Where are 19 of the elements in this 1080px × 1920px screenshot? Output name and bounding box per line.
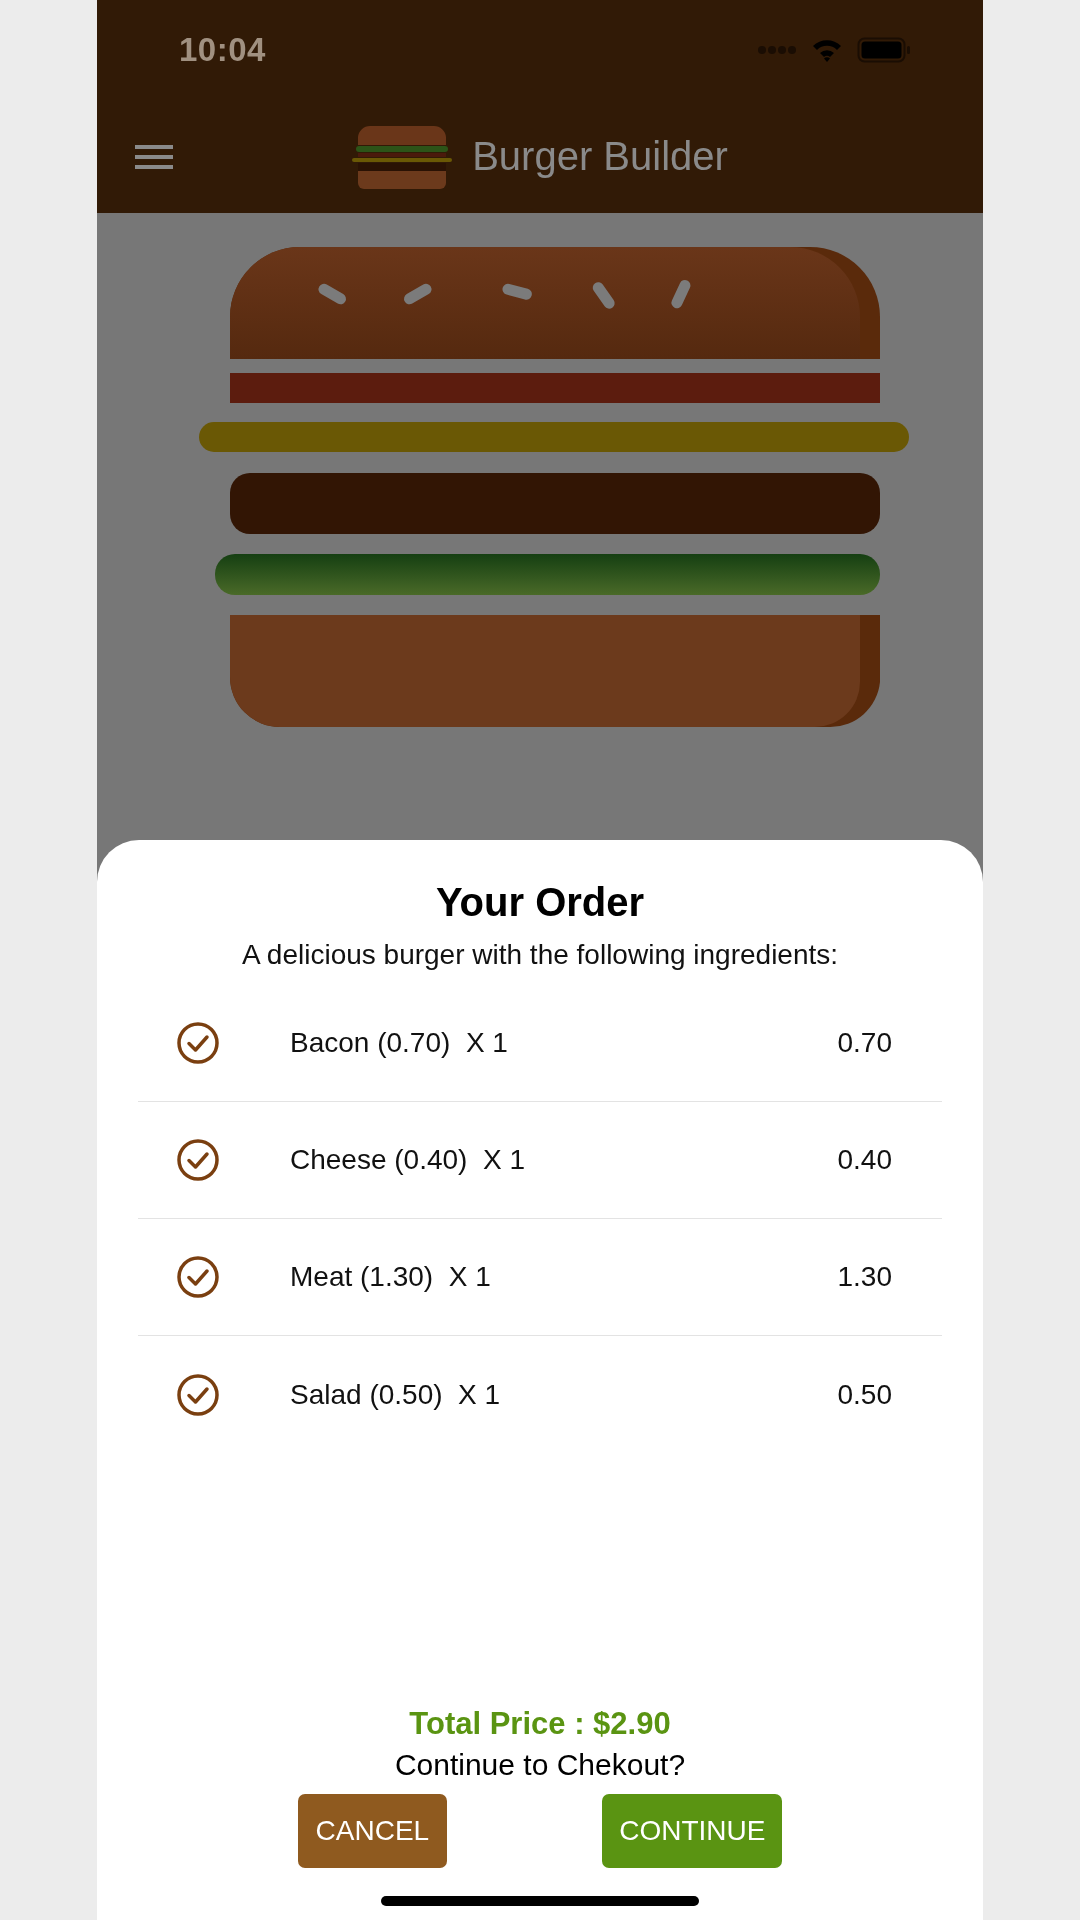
ingredient-price: 0.50 xyxy=(837,1378,892,1411)
ingredient-price: 0.40 xyxy=(837,1144,892,1176)
total-price: Total Price : $2.90 xyxy=(409,1706,671,1742)
order-subtitle: A delicious burger with the following ingredients: xyxy=(241,939,839,971)
battery-icon xyxy=(857,37,911,63)
menu-icon[interactable] xyxy=(135,142,173,171)
ingredient-price: 1.30 xyxy=(837,1261,892,1293)
ingredient-label: Meat (1.30) X 1 xyxy=(290,1261,492,1293)
checkout-question: Continue to Chekout? xyxy=(394,1748,686,1782)
ingredient-label: Bacon (0.70) X 1 xyxy=(290,1027,509,1059)
app-title: Burger Builder xyxy=(472,134,728,179)
wifi-icon xyxy=(811,38,843,62)
continue-button[interactable]: CONTINUE xyxy=(602,1794,783,1868)
ingredient-label: Cheese (0.40) X 1 xyxy=(290,1144,527,1176)
ingredient-label: Salad (0.50) X 1 xyxy=(290,1378,502,1411)
ingredient-price: 0.70 xyxy=(837,1027,892,1059)
cancel-button[interactable]: CANCEL xyxy=(297,1794,448,1868)
status-time: 10:04 xyxy=(179,31,266,69)
order-title: Your Order xyxy=(435,880,645,925)
